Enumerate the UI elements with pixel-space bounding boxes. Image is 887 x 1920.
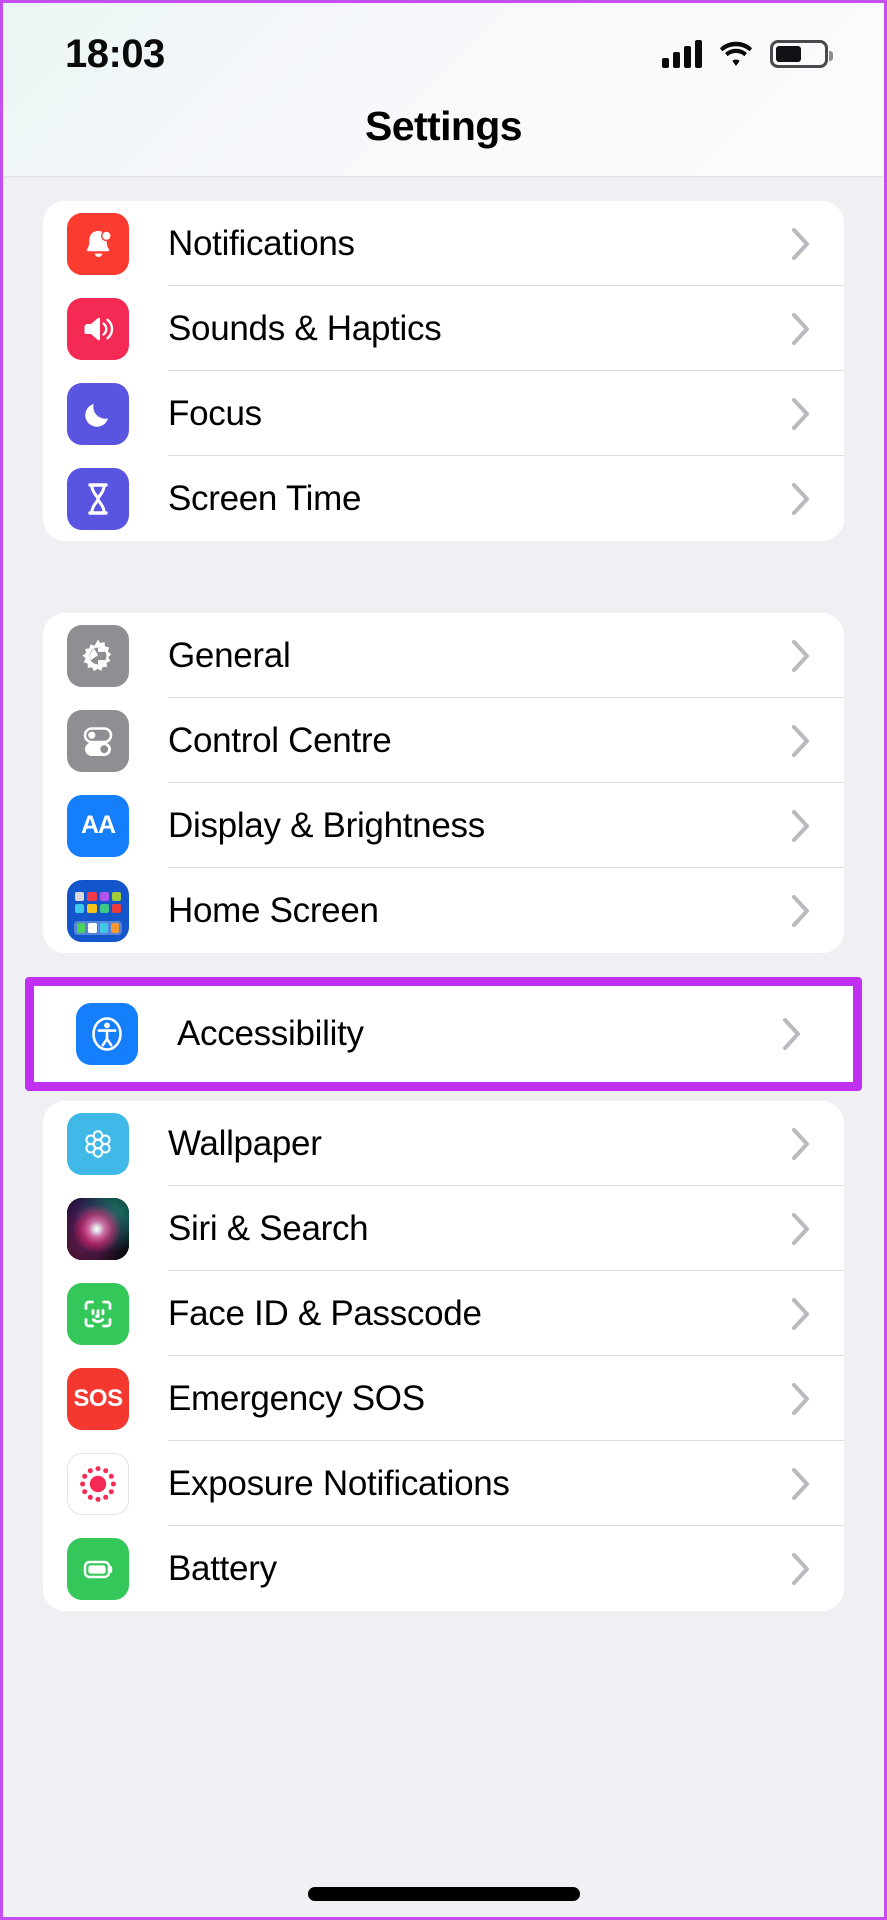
chevron-right-icon (792, 639, 809, 672)
chevron-right-icon (783, 1018, 800, 1050)
chevron-right-icon (792, 809, 809, 842)
battery-fill (776, 46, 802, 62)
siri-orb-gradient (67, 1197, 129, 1260)
sidebar-item-screen-time[interactable]: Screen Time (43, 456, 844, 541)
sidebar-item-exposure-notifications[interactable]: Exposure Notifications (43, 1441, 844, 1526)
sidebar-item-battery[interactable]: Battery (43, 1526, 844, 1611)
sidebar-item-focus[interactable]: Focus (43, 371, 844, 456)
bell-icon (67, 212, 129, 275)
sos-icon: SOS (67, 1367, 129, 1430)
chevron-right-icon (792, 397, 809, 430)
chevron-right-icon (792, 1297, 809, 1330)
accessibility-highlight-box: Accessibility (25, 977, 862, 1091)
sidebar-item-display-brightness[interactable]: AA Display & Brightness (43, 783, 844, 868)
chevron-right-icon (792, 1467, 809, 1500)
settings-group-1: Notifications Sounds & Haptics Focus Scr… (43, 201, 844, 541)
toggles-icon (67, 709, 129, 772)
status-bar-clock: 18:03 (65, 32, 165, 76)
sidebar-item-face-id-passcode[interactable]: Face ID & Passcode (43, 1271, 844, 1356)
phone-screen: 18:03 Settings Notifications Sounds & Ha… (0, 0, 887, 1920)
exposure-dots-graphic (80, 1465, 116, 1502)
battery-green-icon (67, 1537, 129, 1600)
home-indicator[interactable] (307, 1887, 580, 1901)
sidebar-item-general[interactable]: General (43, 613, 844, 698)
sidebar-item-label: Display & Brightness (168, 805, 485, 845)
sidebar-item-accessibility[interactable]: Accessibility (34, 986, 853, 1082)
page-title: Settings (365, 103, 523, 149)
chevron-right-icon (792, 1382, 809, 1415)
sidebar-item-label: Accessibility (177, 1014, 364, 1053)
app-grid-icon (67, 879, 129, 942)
aa-text-icon: AA (67, 794, 129, 857)
sidebar-item-label: Face ID & Passcode (168, 1293, 482, 1333)
top-bar: 18:03 Settings (3, 3, 884, 177)
sidebar-item-notifications[interactable]: Notifications (43, 201, 844, 286)
exposure-dots-icon (67, 1452, 129, 1515)
sidebar-item-label: Battery (168, 1548, 277, 1588)
sidebar-item-label: Home Screen (168, 890, 379, 930)
sidebar-item-sounds-haptics[interactable]: Sounds & Haptics (43, 286, 844, 371)
moon-icon (67, 382, 129, 445)
sidebar-item-label: Control Centre (168, 720, 392, 760)
sidebar-item-label: Sounds & Haptics (168, 308, 442, 348)
chevron-right-icon (792, 1212, 809, 1245)
face-id-icon (67, 1282, 129, 1345)
gear-icon (67, 624, 129, 687)
sidebar-item-label: General (168, 635, 291, 675)
speaker-waves-icon (67, 297, 129, 360)
accessibility-icon (76, 1003, 138, 1065)
cellular-bars-icon (662, 40, 702, 68)
chevron-right-icon (792, 1127, 809, 1160)
battery-icon (770, 40, 833, 68)
status-bar-indicators (662, 40, 833, 68)
chevron-right-icon (792, 724, 809, 757)
sidebar-item-label: Wallpaper (168, 1123, 322, 1163)
chevron-right-icon (792, 1552, 809, 1585)
sidebar-item-wallpaper[interactable]: Wallpaper (43, 1101, 844, 1186)
aa-glyph: AA (80, 811, 116, 839)
sidebar-item-label: Focus (168, 393, 262, 433)
sidebar-item-control-centre[interactable]: Control Centre (43, 698, 844, 783)
app-grid-dots (75, 891, 121, 914)
flower-icon (67, 1112, 129, 1175)
sidebar-item-label: Screen Time (168, 478, 362, 518)
wifi-icon (719, 41, 753, 66)
sidebar-item-siri-search[interactable]: Siri & Search (43, 1186, 844, 1271)
chevron-right-icon (792, 312, 809, 345)
chevron-right-icon (792, 227, 809, 260)
chevron-right-icon (792, 894, 809, 927)
sidebar-item-label: Notifications (168, 223, 355, 263)
app-grid-dock (74, 920, 122, 935)
sidebar-item-emergency-sos[interactable]: SOS Emergency SOS (43, 1356, 844, 1441)
sidebar-item-label: Siri & Search (168, 1208, 369, 1248)
settings-group-2-bottom: Wallpaper Siri & Search Face ID & Passco… (43, 1101, 844, 1611)
status-bar: 18:03 (3, 3, 884, 99)
sidebar-item-home-screen[interactable]: Home Screen (43, 868, 844, 953)
sidebar-item-label: Exposure Notifications (168, 1463, 510, 1503)
hourglass-icon (67, 467, 129, 530)
chevron-right-icon (792, 482, 809, 515)
sidebar-item-label: Emergency SOS (168, 1378, 425, 1418)
settings-list[interactable]: Notifications Sounds & Haptics Focus Scr… (3, 201, 884, 1917)
settings-group-2-top: General Control Centre AA Display & Brig… (43, 613, 844, 953)
siri-orb-icon (67, 1197, 129, 1260)
sos-glyph: SOS (73, 1384, 123, 1412)
